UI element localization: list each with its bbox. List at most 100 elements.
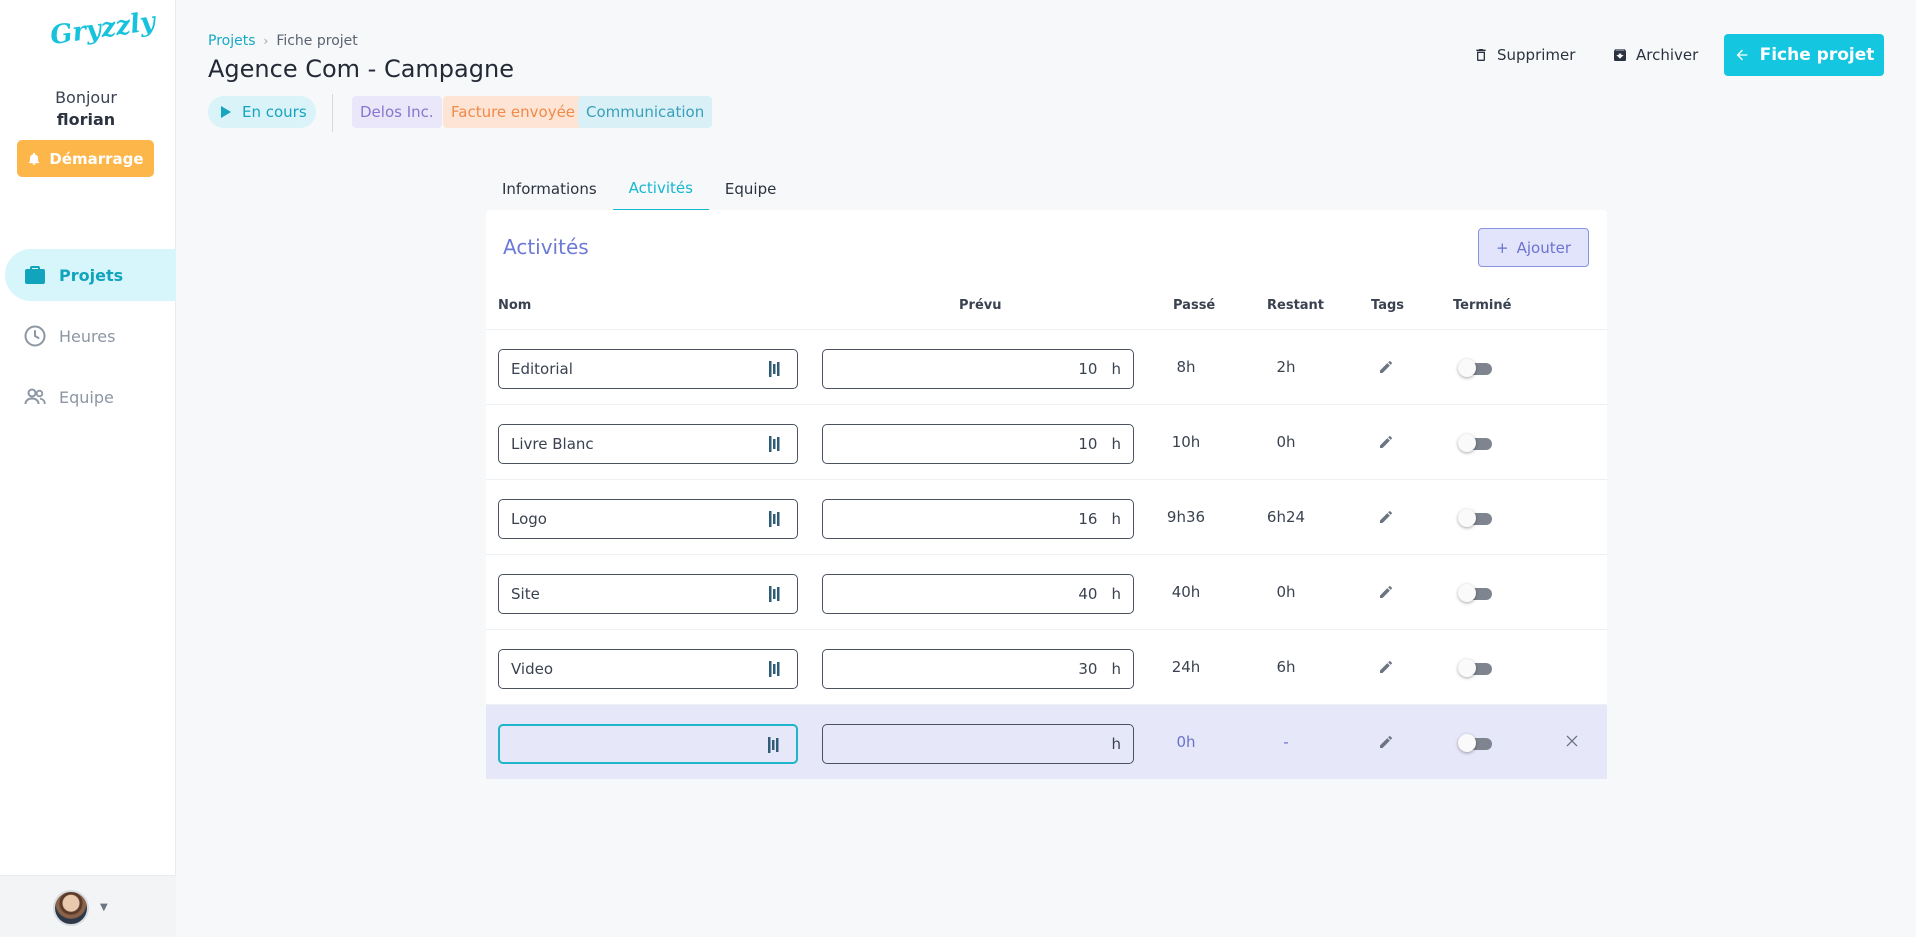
tab-bar: Informations Activités Equipe: [486, 166, 792, 211]
planned-hours-input[interactable]: 16 h: [822, 499, 1134, 539]
drag-handle-icon[interactable]: [768, 737, 780, 753]
chevron-right-icon: ›: [263, 34, 269, 48]
drag-handle-icon[interactable]: [769, 361, 781, 377]
remaining-hours: 6h24: [1266, 508, 1306, 526]
activity-name-input[interactable]: Video: [498, 649, 798, 689]
delete-label: Supprimer: [1497, 46, 1576, 64]
pencil-icon[interactable]: [1378, 359, 1394, 375]
drag-handle-icon[interactable]: [769, 511, 781, 527]
done-toggle[interactable]: [1458, 359, 1494, 377]
clock-icon: [24, 325, 46, 347]
user-menu[interactable]: ▼: [0, 875, 176, 937]
back-button-label: Fiche projet: [1759, 45, 1875, 65]
activity-name-input[interactable]: Site: [498, 574, 798, 614]
done-toggle[interactable]: [1458, 509, 1494, 527]
start-button-label: Démarrage: [49, 149, 144, 168]
spent-hours: 40h: [1171, 583, 1201, 601]
tab-equipe[interactable]: Equipe: [709, 166, 792, 211]
breadcrumb-link-projets[interactable]: Projets: [208, 33, 256, 49]
spent-hours: 9h36: [1166, 508, 1206, 526]
back-to-project-button[interactable]: Fiche projet: [1724, 34, 1884, 76]
people-icon: [24, 388, 46, 405]
planned-hours-value: 16: [1078, 510, 1098, 528]
trash-icon: [1476, 49, 1486, 61]
new-activity-name-input[interactable]: [498, 724, 798, 764]
planned-hours-input[interactable]: 40 h: [822, 574, 1134, 614]
activity-name-input[interactable]: Livre Blanc: [498, 424, 798, 464]
spent-hours: 0h: [1176, 733, 1196, 751]
sidebar-item-equipe[interactable]: Equipe: [5, 371, 176, 423]
activity-name-value: Livre Blanc: [511, 435, 594, 453]
tag-client: Delos Inc.: [352, 96, 442, 128]
table-row: Site 40 h 40h 0h: [486, 554, 1607, 629]
planned-hours-value: 10: [1078, 435, 1098, 453]
table-row: Livre Blanc 10 h 10h 0h: [486, 404, 1607, 479]
new-planned-hours-input[interactable]: h: [822, 724, 1134, 764]
done-toggle[interactable]: [1458, 434, 1494, 452]
activities-card: Activités + Ajouter Nom Prévu Passé Rest…: [486, 210, 1607, 779]
pencil-icon[interactable]: [1378, 659, 1394, 675]
table-row: Video 30 h 24h 6h: [486, 629, 1607, 704]
col-header-tags: Tags: [1371, 298, 1405, 313]
briefcase-icon: [25, 266, 45, 284]
done-toggle[interactable]: [1458, 734, 1494, 752]
caret-down-icon[interactable]: ▼: [100, 902, 108, 913]
page-title: Agence Com - Campagne: [208, 55, 514, 83]
activity-name-input[interactable]: Editorial: [498, 349, 798, 389]
table-row: Editorial 10 h 8h 2h: [486, 329, 1607, 404]
app-logo[interactable]: Gryzzly: [48, 7, 157, 51]
delete-button[interactable]: Supprimer: [1473, 42, 1575, 68]
unit-label: h: [1111, 510, 1121, 528]
planned-hours-input[interactable]: 10 h: [822, 349, 1134, 389]
planned-hours-input[interactable]: 10 h: [822, 424, 1134, 464]
pencil-icon[interactable]: [1378, 584, 1394, 600]
add-button-label: Ajouter: [1516, 238, 1571, 257]
unit-label: h: [1111, 660, 1121, 678]
planned-hours-input[interactable]: 30 h: [822, 649, 1134, 689]
archive-button[interactable]: Archiver: [1612, 42, 1698, 68]
activity-name-value: Video: [511, 660, 554, 678]
unit-label: h: [1111, 585, 1121, 603]
new-activity-row: h 0h -: [486, 704, 1607, 779]
done-toggle[interactable]: [1458, 659, 1494, 677]
archive-icon: [1614, 48, 1626, 61]
sidebar-item-label: Projets: [59, 265, 124, 285]
spent-hours: 10h: [1171, 433, 1201, 451]
breadcrumb-current: Fiche projet: [276, 33, 358, 49]
sidebar-item-projets[interactable]: Projets: [5, 249, 176, 301]
sidebar-item-heures[interactable]: Heures: [5, 310, 176, 362]
unit-label: h: [1111, 735, 1121, 753]
arrow-left-icon: [1736, 49, 1747, 61]
col-header-prevu: Prévu: [959, 298, 1002, 313]
close-icon[interactable]: [1564, 733, 1580, 749]
pencil-icon[interactable]: [1378, 734, 1394, 750]
status-label: En cours: [242, 103, 307, 121]
card-title: Activités: [503, 235, 589, 259]
activity-name-value: Site: [511, 585, 540, 603]
add-activity-button[interactable]: + Ajouter: [1478, 228, 1589, 267]
sidebar-item-label: Equipe: [59, 387, 114, 407]
spent-hours: 24h: [1171, 658, 1201, 676]
planned-hours-value: 40: [1078, 585, 1098, 603]
remaining-hours: -: [1283, 733, 1289, 751]
done-toggle[interactable]: [1458, 584, 1494, 602]
pencil-icon[interactable]: [1378, 509, 1394, 525]
play-icon: [221, 106, 231, 118]
pencil-icon[interactable]: [1378, 434, 1394, 450]
activity-name-value: Editorial: [511, 360, 573, 378]
col-header-restant: Restant: [1267, 298, 1325, 313]
drag-handle-icon[interactable]: [769, 661, 781, 677]
tab-informations[interactable]: Informations: [486, 166, 613, 211]
bell-icon: [29, 152, 40, 165]
planned-hours-value: 30: [1078, 660, 1098, 678]
start-timer-button[interactable]: Démarrage: [17, 140, 154, 177]
tab-activites[interactable]: Activités: [612, 166, 709, 211]
activity-name-input[interactable]: Logo: [498, 499, 798, 539]
drag-handle-icon[interactable]: [769, 586, 781, 602]
status-badge[interactable]: En cours: [208, 96, 316, 128]
drag-handle-icon[interactable]: [769, 436, 781, 452]
planned-hours-value: 10: [1078, 360, 1098, 378]
avatar[interactable]: [53, 890, 89, 926]
remaining-hours: 6h: [1276, 658, 1296, 676]
divider: [332, 94, 333, 132]
